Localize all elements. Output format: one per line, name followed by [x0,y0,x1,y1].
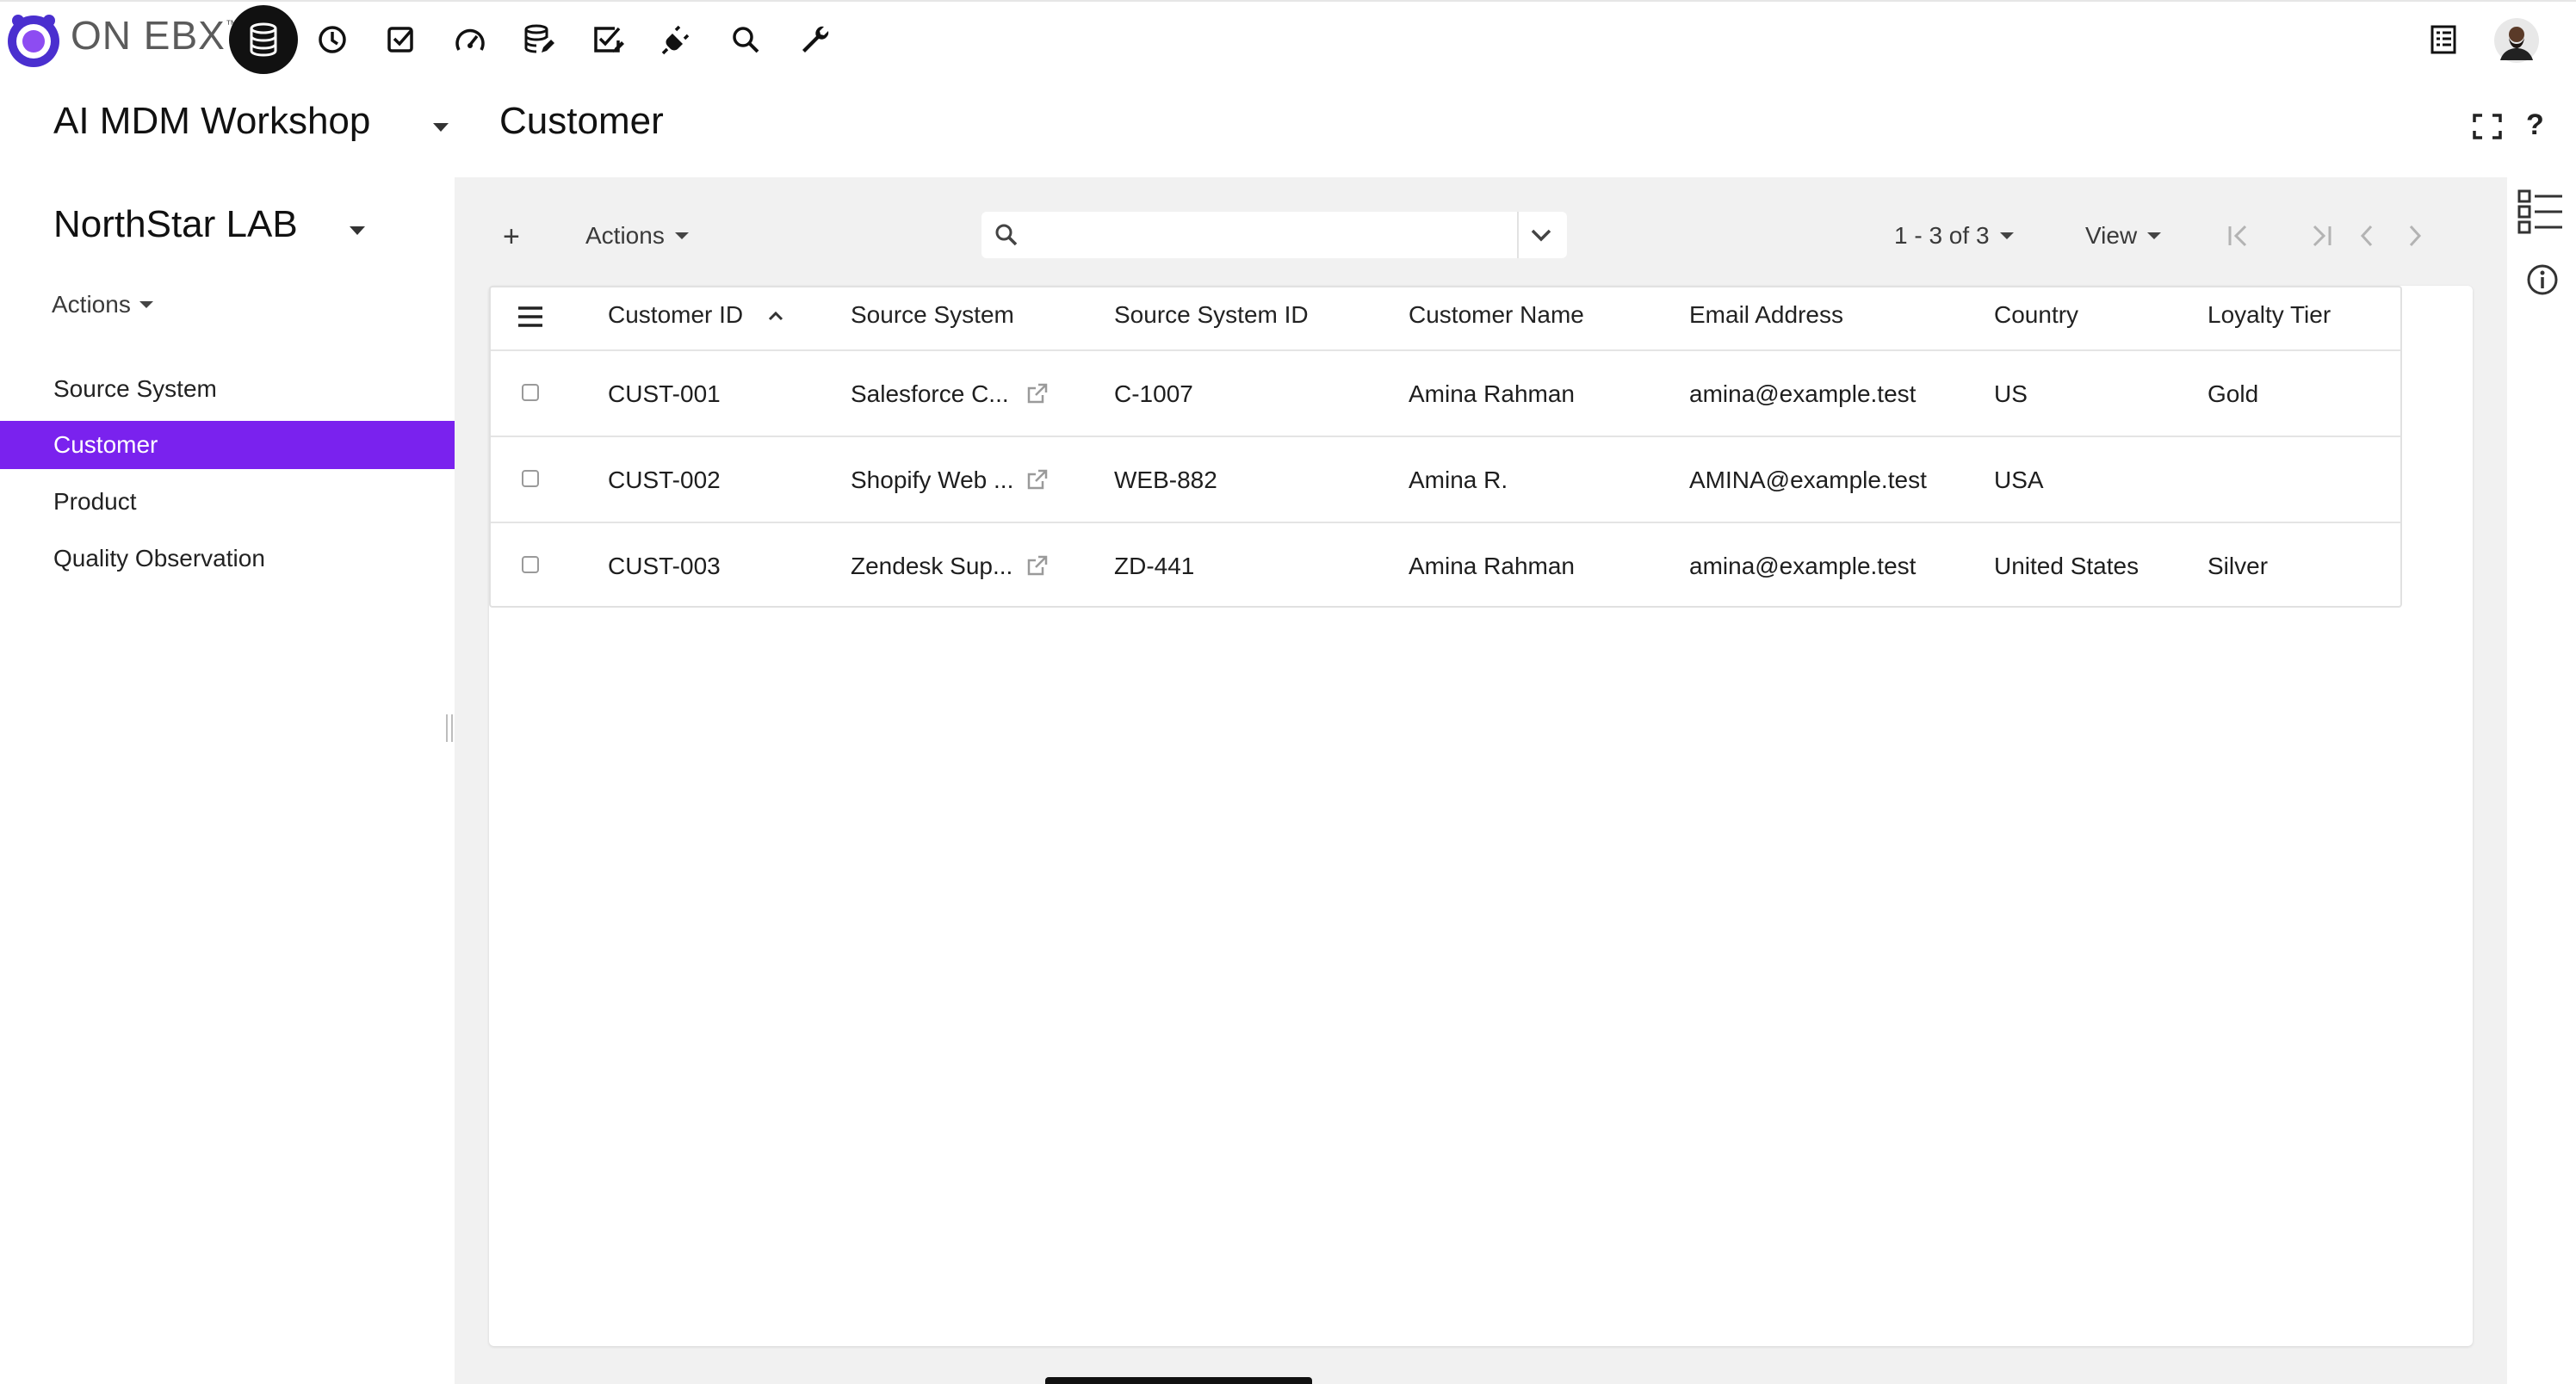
external-link-icon[interactable] [1026,554,1049,577]
sidebar-actions-label: Actions [52,291,131,318]
project-title: AI MDM Workshop [53,100,371,142]
table-actions-menu[interactable]: Actions [585,222,689,250]
sidebar-item-label: Quality Observation [53,545,265,572]
data-icon[interactable] [229,5,298,74]
fullscreen-icon[interactable] [2473,114,2502,139]
avatar[interactable] [2493,17,2540,64]
task-list-icon[interactable] [2416,12,2471,67]
approval-check-icon[interactable] [580,12,635,67]
ebx-logo-icon[interactable] [3,7,64,71]
next-page-icon[interactable] [2404,224,2424,248]
chevron-down-icon[interactable] [1529,224,1553,246]
cell-email[interactable]: AMINA@example.test [1689,466,1927,494]
task-check-icon[interactable] [374,12,429,67]
cell-country[interactable]: USA [1994,466,2044,494]
view-label: View [2085,222,2138,249]
chevron-down-icon [2147,232,2162,239]
chevron-down-icon [1999,232,2014,239]
last-page-icon[interactable] [2307,224,2333,248]
sidebar-resize-handle[interactable] [446,714,453,742]
cell-source-system[interactable]: Shopify Web ... [851,466,1013,494]
cell-loyalty-tier[interactable]: Gold [2208,380,2258,408]
column-header-country[interactable]: Country [1994,301,2078,329]
clock-icon[interactable] [305,12,360,67]
pagination-label: 1 - 3 of 3 [1894,222,1990,249]
cell-source-system[interactable]: Zendesk Sup... [851,553,1012,580]
cell-customer-id[interactable]: CUST-002 [608,466,721,494]
cell-customer-name[interactable]: Amina Rahman [1409,553,1575,580]
cell-source-system-id[interactable]: WEB-882 [1114,466,1217,494]
database-edit-icon[interactable] [511,12,567,67]
cell-country[interactable]: United States [1994,553,2139,580]
plug-icon[interactable] [649,12,704,67]
brand-name: ON EBX™ [71,13,238,58]
sidebar-item-label: Source System [53,375,217,402]
window-bottom-handle [1045,1377,1312,1384]
column-header-email-address[interactable]: Email Address [1689,301,1843,329]
wrench-icon[interactable] [787,12,842,67]
column-header-source-system-id[interactable]: Source System ID [1114,301,1309,329]
search-icon [994,222,1019,248]
cell-email[interactable]: amina@example.test [1689,380,1916,408]
cell-customer-name[interactable]: Amina Rahman [1409,380,1575,408]
search-input[interactable] [1033,219,1502,253]
sidebar-item-customer[interactable]: Customer [0,421,455,469]
sidebar-actions-menu[interactable]: Actions [52,291,153,318]
cell-customer-id[interactable]: CUST-001 [608,380,721,408]
cell-source-system[interactable]: Salesforce C... [851,380,1009,408]
add-record-button[interactable]: + [503,220,520,254]
column-header-source-system[interactable]: Source System [851,301,1014,329]
search-icon[interactable] [718,12,773,67]
cell-source-system-id[interactable]: C-1007 [1114,380,1193,408]
external-link-icon[interactable] [1026,382,1049,405]
info-icon[interactable] [2526,263,2559,296]
sidebar-item-source-system[interactable]: Source System [0,365,455,413]
dataspace-title: NorthStar LAB [53,203,298,245]
right-side-panel [2507,177,2576,1384]
project-dropdown-caret-icon[interactable] [433,123,449,132]
cell-source-system-id[interactable]: ZD-441 [1114,553,1194,580]
search-divider [1517,212,1519,258]
dashboard-gauge-icon[interactable] [443,12,498,67]
table-actions-label: Actions [585,222,665,249]
column-header-customer-id[interactable]: Customer ID [608,301,743,329]
sidebar-item-label: Product [53,488,137,515]
page-title: Customer [499,100,664,142]
row-checkbox[interactable] [522,470,539,487]
previous-page-icon[interactable] [2357,224,2378,248]
field-list-icon[interactable] [2517,189,2564,234]
first-page-icon[interactable] [2226,224,2252,248]
cell-customer-name[interactable]: Amina R. [1409,466,1508,494]
column-header-customer-name[interactable]: Customer Name [1409,301,1584,329]
external-link-icon[interactable] [1026,468,1049,491]
sort-ascending-icon[interactable] [766,310,785,322]
column-header-loyalty-tier[interactable]: Loyalty Tier [2208,301,2331,329]
pagination-dropdown[interactable]: 1 - 3 of 3 [1894,222,2014,250]
cell-country[interactable]: US [1994,380,2028,408]
chevron-down-icon [674,232,689,239]
sidebar-item-product[interactable]: Product [0,478,455,526]
sidebar-item-quality-observation[interactable]: Quality Observation [0,534,455,583]
cell-email[interactable]: amina@example.test [1689,553,1916,580]
row-checkbox[interactable] [522,384,539,401]
view-dropdown[interactable]: View [2085,222,2162,250]
sidebar-item-label: Customer [53,431,158,458]
column-menu-icon[interactable] [517,305,544,329]
row-checkbox[interactable] [522,556,539,573]
dataspace-dropdown-caret-icon[interactable] [350,226,365,235]
help-icon[interactable]: ? [2526,108,2544,142]
cell-customer-id[interactable]: CUST-003 [608,553,721,580]
table-search-box[interactable] [981,212,1567,258]
chevron-down-icon [139,301,153,308]
cell-loyalty-tier[interactable]: Silver [2208,553,2268,580]
